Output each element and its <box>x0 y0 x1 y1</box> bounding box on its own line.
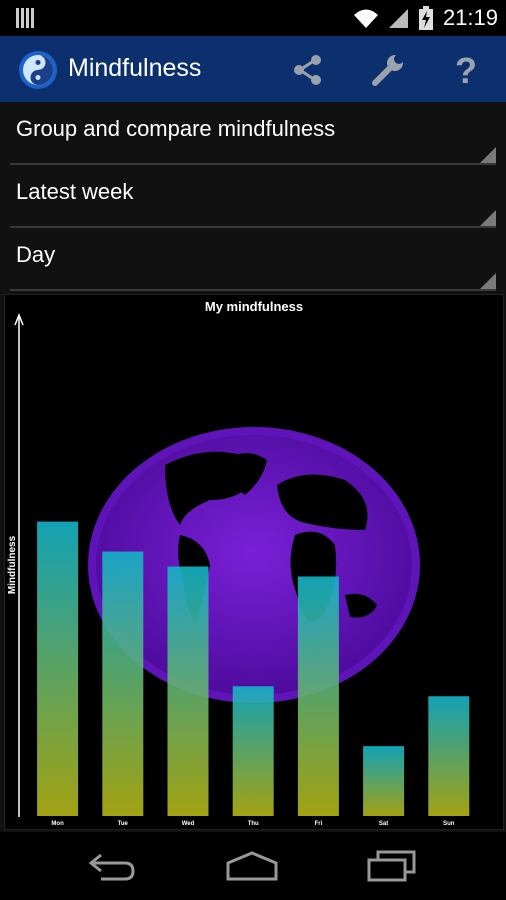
app-logo-icon[interactable] <box>18 50 58 90</box>
bars-icon <box>16 8 34 28</box>
spinner-underline <box>10 289 496 291</box>
spinner-period[interactable]: Latest week <box>0 165 506 228</box>
spinner-label: Day <box>16 242 56 267</box>
x-tick-label: Fri <box>315 821 323 827</box>
bar-tue <box>102 551 144 816</box>
recent-apps-icon <box>367 850 416 882</box>
x-tick-label: Wed <box>182 821 195 827</box>
action-bar: Mindfulness ? <box>0 36 506 102</box>
bar-mon <box>37 521 79 816</box>
spinner-group-compare[interactable]: Group and compare mindfulness <box>0 102 506 165</box>
help-icon: ? <box>455 52 477 88</box>
x-tick-label: Sat <box>379 821 388 827</box>
dropdown-corner-icon <box>480 147 496 163</box>
home-icon <box>226 851 278 881</box>
recent-apps-button[interactable] <box>362 846 422 886</box>
dropdown-corner-icon <box>480 210 496 226</box>
dropdown-corner-icon <box>480 273 496 289</box>
x-tick-label: Thu <box>248 821 259 827</box>
bar-sat <box>363 746 405 816</box>
wrench-icon <box>372 54 404 86</box>
back-icon <box>88 853 135 881</box>
share-icon <box>294 55 321 85</box>
y-axis-label: Mindfulness <box>7 535 18 594</box>
chart-title: My mindfulness <box>205 299 303 314</box>
svg-text:?: ? <box>455 52 477 88</box>
x-tick-label: Tue <box>118 821 129 827</box>
x-tick-labels: Mon Tue Wed Thu Fri Sat Sun <box>51 821 454 827</box>
home-button[interactable] <box>222 846 282 886</box>
help-button[interactable]: ? <box>446 50 486 90</box>
chart-panel: My mindfulness Mindfulness Mon Tue Wed Thu F… <box>4 294 504 830</box>
spinner-label: Latest week <box>16 179 134 204</box>
status-clock: 21:19 <box>442 5 498 30</box>
spinner-label: Group and compare mindfulness <box>16 116 336 141</box>
settings-button[interactable] <box>368 50 408 90</box>
x-tick-label: Mon <box>51 821 64 827</box>
status-bar: 21:19 <box>0 0 506 36</box>
signal-icon <box>388 9 408 28</box>
bar-chart: My mindfulness Mindfulness Mon Tue Wed Thu F… <box>7 299 470 827</box>
x-tick-label: Sun <box>443 821 455 827</box>
bar-sun <box>428 696 470 816</box>
wifi-icon <box>353 9 378 28</box>
bar-wed <box>167 566 209 816</box>
bar-thu <box>232 686 274 816</box>
spinner-grouping[interactable]: Day <box>0 228 506 291</box>
back-button[interactable] <box>82 846 142 886</box>
app-title: Mindfulness <box>68 54 202 82</box>
share-button[interactable] <box>288 50 328 90</box>
battery-charging-icon <box>418 6 433 30</box>
navigation-bar <box>0 832 506 900</box>
bar-fri <box>297 576 339 816</box>
